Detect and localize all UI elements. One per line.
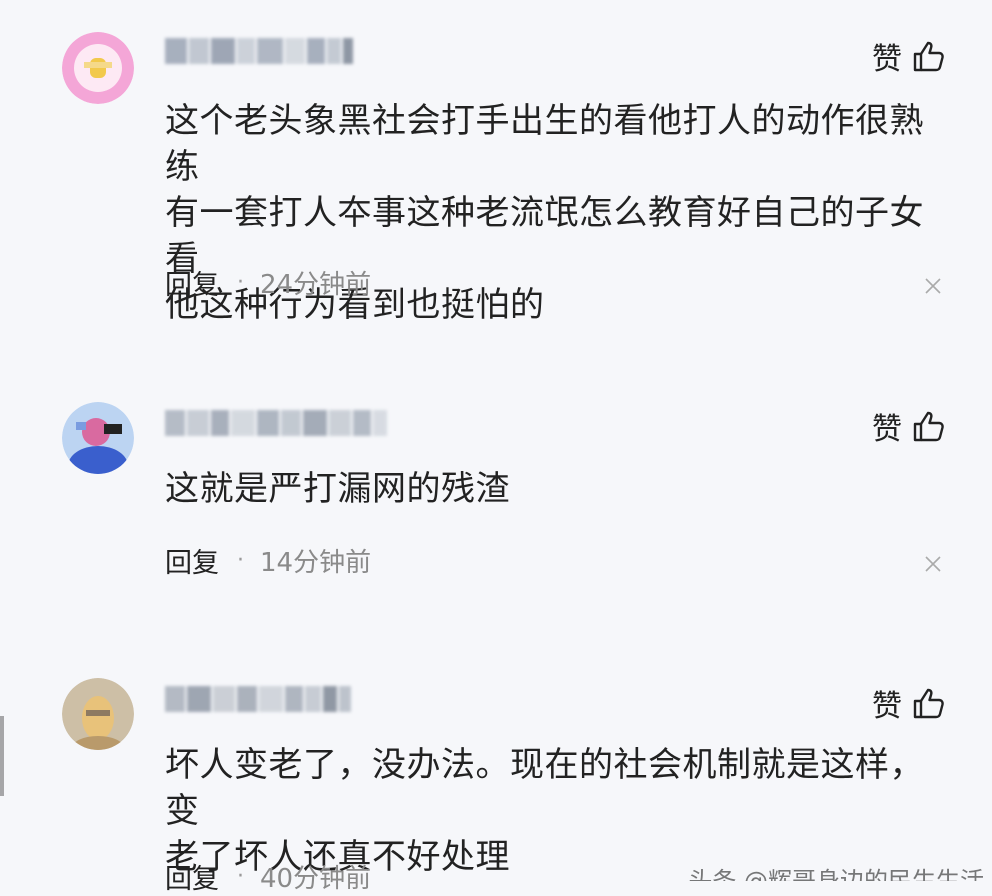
like-button[interactable]: 赞 (872, 36, 946, 77)
thumbs-up-icon (912, 686, 946, 720)
edge-artifact (0, 716, 4, 796)
timestamp: 24分钟前 (260, 269, 372, 300)
like-label: 赞 (872, 412, 902, 447)
avatar[interactable] (62, 678, 134, 750)
comment-line: 坏人变老了，没办法。现在的社会机制就是这样，变 (165, 745, 924, 831)
comment-list: 赞 这个老头象黑社会打手出生的看他打人的动作很熟练 有一套打人夲事这种老流氓怎么… (0, 0, 992, 895)
reply-button[interactable]: 回复 (165, 857, 219, 896)
comment-meta: 回复 · 40分钟前 (165, 856, 371, 896)
comment-line: 这个老头象黑社会打手出生的看他打人的动作很熟练 (165, 101, 924, 187)
thumbs-up-icon (912, 39, 946, 73)
username-blurred[interactable] (165, 38, 365, 68)
comment-text: 这就是严打漏网的残渣 (165, 466, 945, 512)
like-button[interactable]: 赞 (872, 406, 946, 447)
close-icon[interactable] (924, 277, 942, 295)
username-blurred[interactable] (165, 410, 405, 440)
separator-dot: · (237, 863, 244, 889)
username-blurred[interactable] (165, 686, 375, 716)
close-icon[interactable] (924, 555, 942, 573)
like-button[interactable]: 赞 (872, 683, 946, 724)
reply-button[interactable]: 回复 (165, 541, 219, 580)
separator-dot: · (237, 547, 244, 573)
timestamp: 14分钟前 (260, 547, 372, 578)
avatar[interactable] (62, 402, 134, 474)
like-label: 赞 (872, 689, 902, 724)
separator-dot: · (237, 269, 244, 295)
like-label: 赞 (872, 42, 902, 77)
thumbs-up-icon (912, 409, 946, 443)
comment-meta: 回复 · 14分钟前 (165, 540, 371, 580)
comment-line: 这就是严打漏网的残渣 (165, 469, 510, 509)
comment-meta: 回复 · 24分钟前 (165, 262, 371, 302)
avatar[interactable] (62, 32, 134, 104)
watermark: 头条 @辉哥身边的民生生活 (688, 867, 984, 881)
timestamp: 40分钟前 (260, 863, 372, 894)
reply-button[interactable]: 回复 (165, 263, 219, 302)
